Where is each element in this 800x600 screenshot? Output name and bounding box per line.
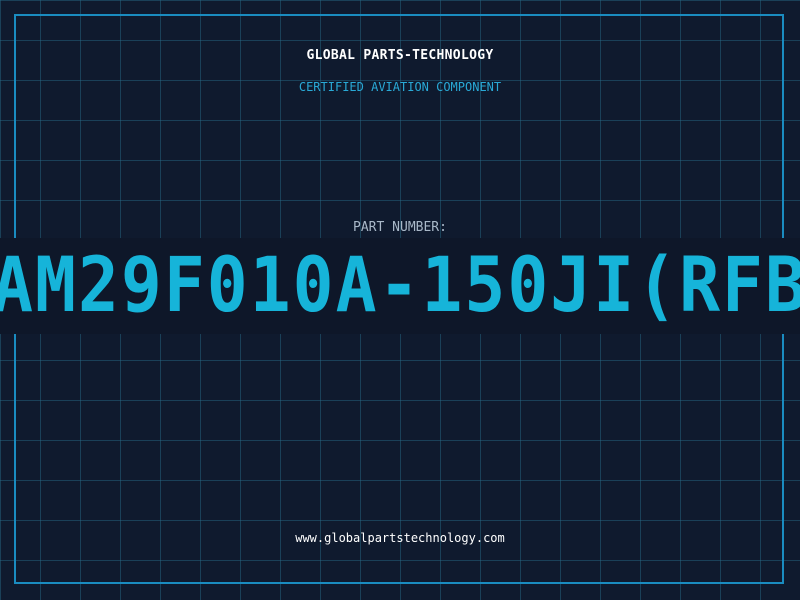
website-url: www.globalpartstechnology.com — [295, 531, 505, 545]
part-number-band: AM29F010A-150JI(RFB — [0, 238, 800, 334]
certification-subtitle: CERTIFIED AVIATION COMPONENT — [298, 80, 502, 94]
part-number-value: AM29F010A-150JI(RFB — [0, 241, 800, 331]
company-name: GLOBAL PARTS-TECHNOLOGY — [306, 48, 494, 63]
part-number-label: PART NUMBER: — [353, 220, 447, 235]
certificate-canvas: GLOBAL PARTS-TECHNOLOGY CERTIFIED AVIATI… — [0, 0, 800, 600]
